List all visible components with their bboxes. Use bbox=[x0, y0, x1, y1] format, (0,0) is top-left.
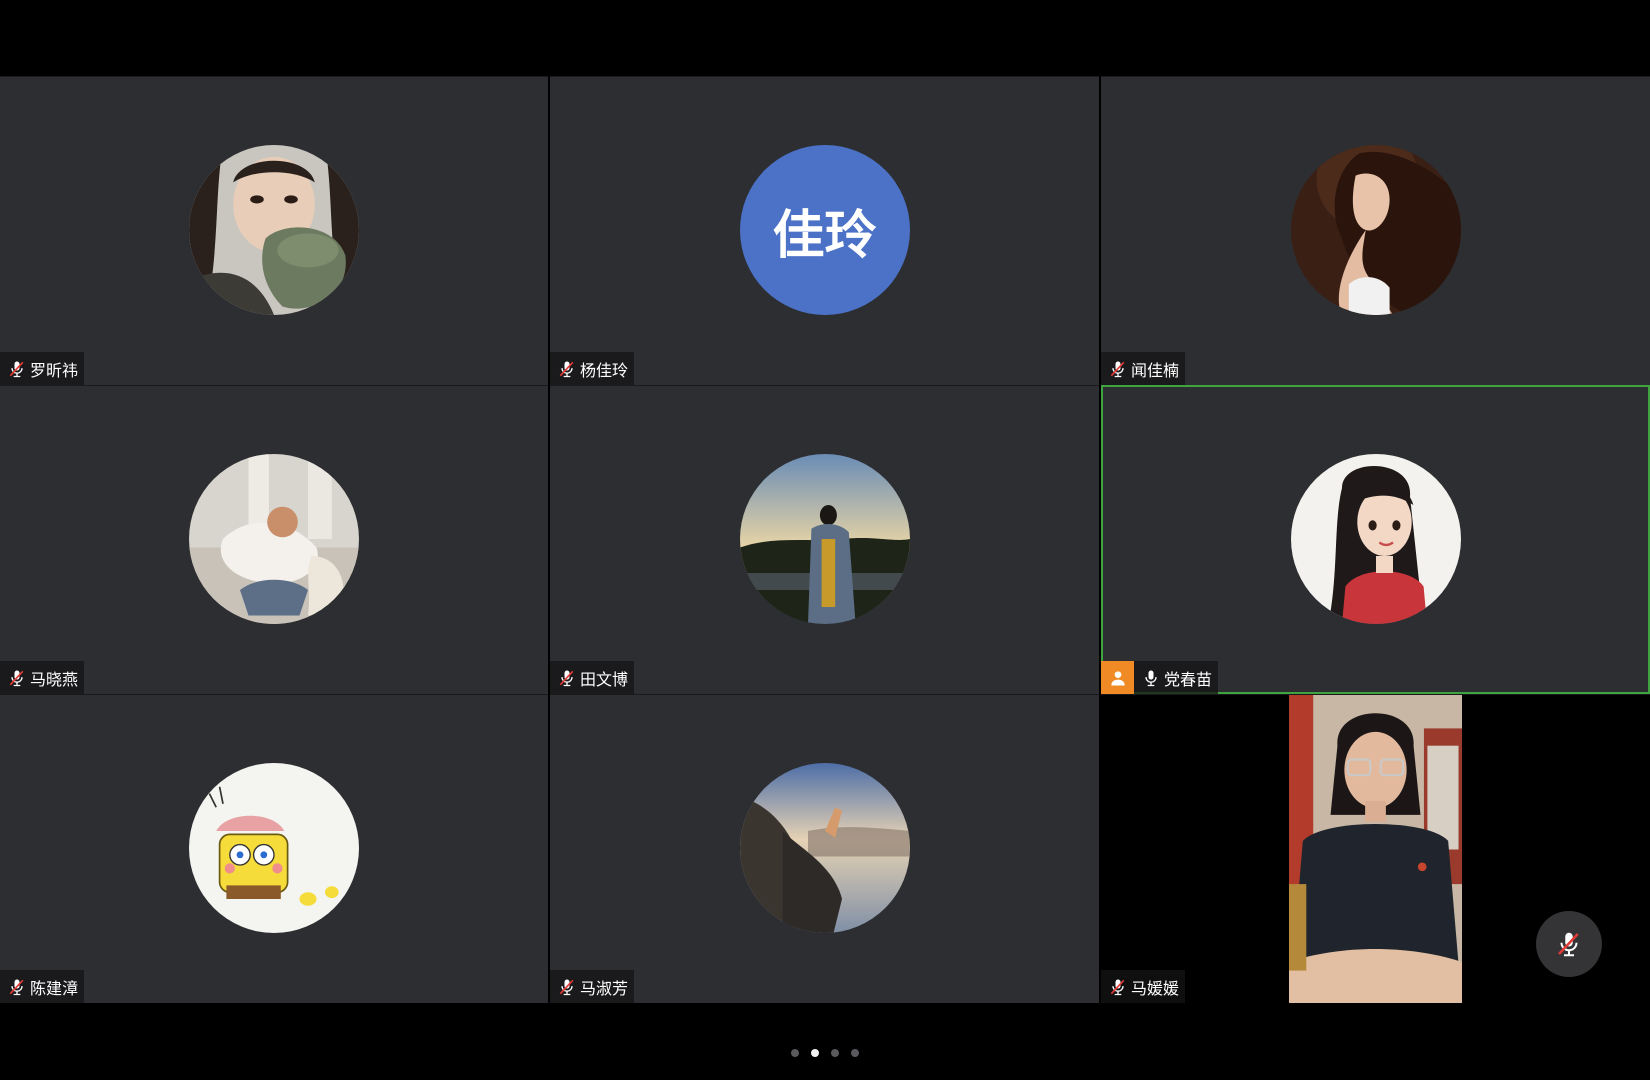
page-dot[interactable] bbox=[791, 1049, 799, 1057]
participant-name-label: 罗昕祎 bbox=[0, 352, 85, 385]
participant-avatar bbox=[189, 145, 359, 315]
page-dot[interactable] bbox=[851, 1049, 859, 1057]
participant-tile[interactable]: 田文博 bbox=[550, 385, 1099, 694]
participant-name: 杨佳玲 bbox=[580, 360, 629, 380]
mic-muted-icon bbox=[554, 974, 580, 1000]
participant-name: 马淑芳 bbox=[580, 978, 629, 998]
mic-muted-icon bbox=[4, 665, 30, 691]
participant-name-label: 马淑芳 bbox=[550, 970, 635, 1003]
mic-muted-icon bbox=[4, 974, 30, 1000]
participant-grid: 罗昕祎 佳玲 杨佳玲 闻佳楠 马晓燕 田文博 党春苗 陈建漳 马淑芳 马媛媛 bbox=[0, 76, 1650, 1003]
participant-tile[interactable]: 闻佳楠 bbox=[1101, 76, 1650, 385]
page-dot[interactable] bbox=[811, 1049, 819, 1057]
participant-name-label: 党春苗 bbox=[1134, 661, 1219, 694]
participant-avatar bbox=[1290, 145, 1461, 315]
participant-name-label: 马媛媛 bbox=[1101, 970, 1186, 1003]
participant-name-label: 马晓燕 bbox=[0, 661, 85, 694]
participant-name-label: 田文博 bbox=[550, 661, 635, 694]
participant-avatar bbox=[189, 454, 359, 624]
participant-tile[interactable]: 罗昕祎 bbox=[0, 76, 548, 385]
participant-name: 陈建漳 bbox=[30, 978, 79, 998]
participant-video bbox=[1289, 695, 1462, 1003]
mic-muted-icon bbox=[4, 356, 30, 382]
participant-name: 田文博 bbox=[580, 669, 629, 689]
participant-avatar bbox=[739, 454, 910, 624]
participant-name: 罗昕祎 bbox=[30, 360, 79, 380]
participant-tile[interactable]: 马淑芳 bbox=[550, 694, 1099, 1003]
mic-muted-icon bbox=[1105, 974, 1131, 1000]
participant-avatar bbox=[739, 763, 910, 933]
participant-tile[interactable]: 马晓燕 bbox=[0, 385, 548, 694]
participant-name: 党春苗 bbox=[1164, 669, 1213, 689]
mic-muted-icon bbox=[554, 665, 580, 691]
participant-avatar bbox=[189, 763, 359, 933]
participant-tile-active-speaker[interactable]: 党春苗 bbox=[1101, 385, 1650, 694]
participant-name: 马晓燕 bbox=[30, 669, 79, 689]
participant-name-label: 杨佳玲 bbox=[550, 352, 635, 385]
page-indicator bbox=[0, 1049, 1650, 1057]
participant-avatar: 佳玲 bbox=[739, 145, 910, 315]
participant-tile[interactable]: 佳玲 杨佳玲 bbox=[550, 76, 1099, 385]
participant-name: 闻佳楠 bbox=[1131, 360, 1180, 380]
participant-name-label: 陈建漳 bbox=[0, 970, 85, 1003]
mic-on-icon bbox=[1138, 665, 1164, 691]
host-icon bbox=[1101, 661, 1134, 694]
participant-name-label: 闻佳楠 bbox=[1101, 352, 1186, 385]
participant-avatar bbox=[1290, 454, 1461, 624]
mic-muted-icon bbox=[554, 356, 580, 382]
page-dot[interactable] bbox=[831, 1049, 839, 1057]
mic-muted-icon bbox=[1558, 932, 1579, 957]
avatar-initials: 佳玲 bbox=[739, 145, 910, 315]
participant-name: 马媛媛 bbox=[1131, 978, 1180, 998]
participant-tile[interactable]: 陈建漳 bbox=[0, 694, 548, 1003]
mute-toggle-button[interactable] bbox=[1536, 911, 1602, 977]
mic-muted-icon bbox=[1105, 356, 1131, 382]
